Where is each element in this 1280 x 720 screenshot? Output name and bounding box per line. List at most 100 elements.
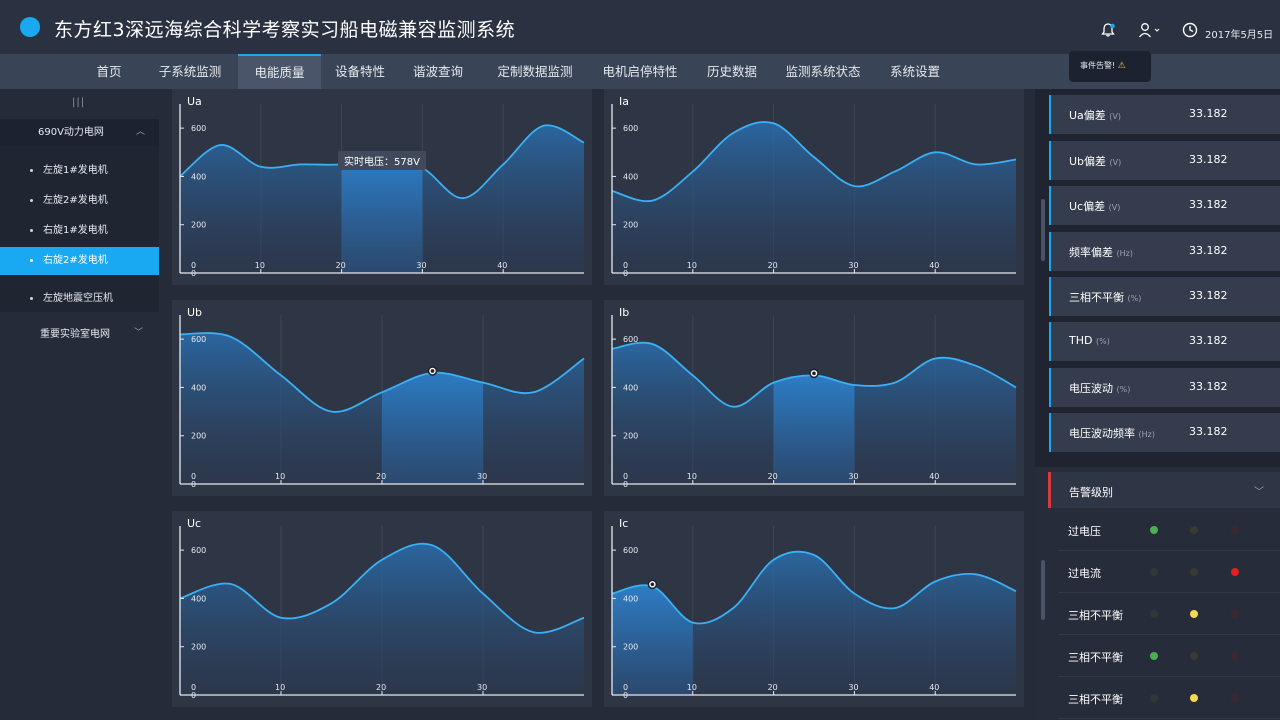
chevron-up-icon: ︿ [135, 127, 145, 137]
alarm-indicator-yellow [1190, 568, 1198, 576]
y-tick-label: 0 [191, 269, 196, 278]
nav-device[interactable]: 设备特性 [325, 54, 395, 89]
y-tick-label: 400 [623, 383, 638, 392]
metric-label: Uc偏差 [1069, 200, 1106, 213]
chart-title: Ub [187, 306, 203, 319]
metric-value: 33.182 [1189, 153, 1228, 166]
metric-ub-deviation: Ub偏差 (V) 33.182 [1049, 141, 1280, 180]
data-marker-core [650, 582, 655, 587]
bullet-icon [30, 198, 33, 202]
x-tick-label: 20 [376, 683, 386, 692]
metric-label: THD [1069, 334, 1093, 347]
metric-unit: (V) [1108, 203, 1121, 212]
chart-title: Ic [619, 517, 629, 530]
sidebar-group-690v[interactable]: 690V动力电网 ︿ [0, 119, 159, 146]
x-tick-label: 10 [687, 472, 697, 481]
warning-icon: ⚠ [1117, 61, 1126, 71]
data-marker-core [812, 371, 816, 376]
nav-subsystem[interactable]: 子系统监测 [150, 54, 230, 89]
alert-tooltip[interactable]: 事件告警! ⚠ [1069, 51, 1151, 82]
nav-custom-monitor[interactable]: 定制数据监测 [485, 54, 585, 89]
x-tick-label: 0 [191, 261, 196, 270]
x-tick-label: 40 [929, 472, 939, 481]
y-tick-label: 200 [191, 643, 206, 652]
alarm-row: 三相不平衡 [1058, 677, 1280, 719]
alarm-label: 三相不平衡 [1068, 693, 1123, 706]
chart-title: Uc [187, 517, 202, 530]
metric-unit: (V) [1109, 158, 1122, 167]
x-tick-label: 30 [477, 683, 487, 692]
metric-unit: (%) [1127, 294, 1142, 303]
y-tick-label: 600 [623, 546, 638, 555]
metric-unit: (%) [1116, 385, 1131, 394]
metric-uc-deviation: Uc偏差 (V) 33.182 [1049, 186, 1280, 225]
user-icon[interactable] [1138, 22, 1162, 38]
nav-power-quality[interactable]: 电能质量 [238, 54, 321, 89]
alarm-indicator-red [1231, 526, 1239, 534]
chart-title: Ib [619, 306, 630, 319]
app-logo-icon [20, 17, 40, 37]
sidebar-item-right1-generator[interactable]: 右旋1#发电机 [0, 221, 159, 237]
alarm-label: 过电流 [1068, 567, 1101, 580]
metric-label: 电压波动 [1069, 382, 1113, 395]
nav-motor[interactable]: 电机启停特性 [593, 54, 687, 89]
sidebar-collapse-handle[interactable]: ||| [72, 97, 85, 108]
chart-ib: 0 200 400 600 0 10 20 30 40 Ib [604, 300, 1024, 496]
metric-thd: THD (%) 33.182 [1049, 322, 1280, 361]
alarm-indicator-green [1150, 694, 1158, 702]
alarm-indicator-red [1231, 610, 1239, 618]
metric-value: 33.182 [1189, 425, 1228, 438]
clock-icon [1182, 22, 1198, 38]
x-tick-label: 20 [768, 261, 778, 270]
nav-system-status[interactable]: 监测系统状态 [776, 54, 870, 89]
chart-title: Ua [187, 95, 202, 108]
x-tick-label: 10 [687, 261, 697, 270]
alarm-row: 过电流 [1058, 551, 1280, 593]
x-tick-label: 20 [376, 472, 386, 481]
sidebar-item-left1-generator[interactable]: 左旋1#发电机 [0, 161, 159, 177]
bullet-icon [30, 258, 33, 262]
alarm-row: 三相不平衡 [1058, 635, 1280, 677]
sidebar-item-left2-generator[interactable]: 左旋2#发电机 [0, 191, 159, 207]
alarm-label: 三相不平衡 [1068, 651, 1123, 664]
metric-value: 33.182 [1189, 380, 1228, 393]
metric-value: 33.182 [1189, 334, 1228, 347]
current-date: 2017年5月5日 [1205, 30, 1274, 41]
sidebar-item-label: 左旋2#发电机 [43, 195, 108, 206]
metric-unit: (Hz) [1116, 249, 1133, 258]
x-tick-label: 30 [848, 472, 858, 481]
x-tick-label: 10 [255, 261, 265, 270]
sidebar-item-label: 右旋1#发电机 [43, 225, 108, 236]
y-tick-label: 200 [623, 643, 638, 652]
y-tick-label: 400 [191, 594, 206, 603]
y-tick-label: 600 [191, 335, 206, 344]
y-tick-label: 0 [623, 691, 628, 700]
x-tick-label: 30 [477, 472, 487, 481]
nav-settings[interactable]: 系统设置 [880, 54, 950, 89]
chart-ia: 0 200 400 600 0 10 20 30 40 Ia [604, 89, 1024, 285]
alarm-indicator-red [1231, 694, 1239, 702]
alarm-level-header[interactable]: 告警级别 ﹀ [1048, 472, 1280, 508]
alarm-label: 三相不平衡 [1068, 609, 1123, 622]
sidebar-item-right2-generator[interactable]: 右旋2#发电机 [0, 247, 159, 275]
chart-ic: 0 200 400 600 0 10 20 30 40 Ic [604, 511, 1024, 707]
sidebar-group-lab-grid[interactable]: 重要实验室电网 ﹀ [0, 325, 159, 340]
chart-title: Ia [619, 95, 629, 108]
x-tick-label: 20 [768, 472, 778, 481]
x-tick-label: 0 [623, 261, 628, 270]
metrics-scrollbar[interactable] [1041, 199, 1045, 261]
alarm-indicator-green [1150, 568, 1158, 576]
x-tick-label: 20 [768, 683, 778, 692]
nav-home[interactable]: 首页 [84, 54, 134, 89]
metric-value: 33.182 [1189, 107, 1228, 120]
alarm-scrollbar[interactable] [1041, 560, 1045, 620]
metric-unit: (Hz) [1138, 430, 1155, 439]
sidebar-item-air-compressor[interactable]: 左旋地震空压机 [0, 289, 159, 305]
chart-plot: 0 200 400 600 0 10 20 30 [179, 526, 585, 700]
nav-history[interactable]: 历史数据 [698, 54, 766, 89]
y-tick-label: 600 [623, 124, 638, 133]
alarm-level-title: 告警级别 [1069, 486, 1113, 499]
nav-harmonic[interactable]: 谐波查询 [403, 54, 473, 89]
metric-ua-deviation: Ua偏差 (V) 33.182 [1049, 95, 1280, 134]
bell-icon[interactable] [1100, 22, 1116, 38]
